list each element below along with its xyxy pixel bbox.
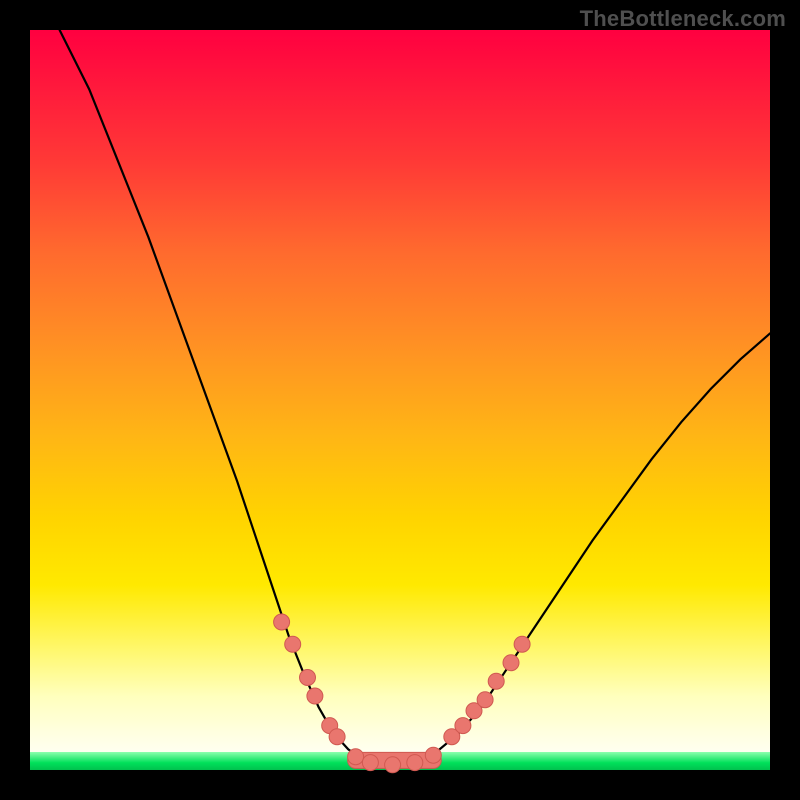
watermark-text: TheBottleneck.com <box>580 6 786 32</box>
marker-dot <box>514 636 530 652</box>
marker-dot <box>348 749 364 765</box>
marker-dot <box>425 747 441 763</box>
marker-dot <box>385 757 401 773</box>
marker-dot <box>307 688 323 704</box>
curve-path <box>60 30 770 766</box>
marker-dot <box>362 755 378 771</box>
marker-dot <box>285 636 301 652</box>
bottleneck-curve <box>30 30 770 770</box>
marker-dot <box>488 673 504 689</box>
marker-dot <box>407 755 423 771</box>
marker-dot <box>455 718 471 734</box>
chart-frame: TheBottleneck.com <box>0 0 800 800</box>
plot-area <box>30 30 770 770</box>
marker-dot <box>477 692 493 708</box>
marker-dot <box>329 729 345 745</box>
marker-dot <box>503 655 519 671</box>
marker-dot <box>274 614 290 630</box>
marker-dot <box>300 670 316 686</box>
